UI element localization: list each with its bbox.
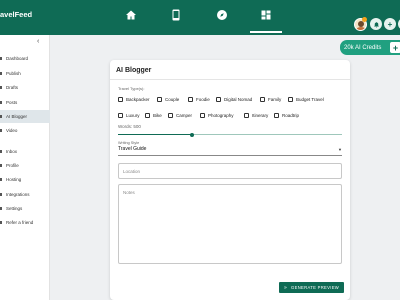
app-brand[interactable]: avelFeed <box>0 10 32 19</box>
sidebar-item-label: Video <box>6 128 18 133</box>
generate-preview-label: GENERATE PREVIEW <box>291 285 340 290</box>
sidebar-item-label: Posts <box>6 100 18 105</box>
add-credits-button[interactable]: + <box>390 42 400 53</box>
sidebar-item-label: Dashboard <box>6 56 29 61</box>
words-slider[interactable] <box>118 132 342 137</box>
collapse-sidebar-button[interactable]: ‹ <box>37 38 39 45</box>
sidebar-item-label: AI Blogger <box>6 114 28 119</box>
words-slider-handle[interactable] <box>189 132 194 137</box>
double-chevron-right-icon: » <box>283 284 288 291</box>
notes-placeholder: Notes <box>123 190 135 195</box>
sidebar-marker <box>0 101 2 104</box>
notifications-button[interactable] <box>370 18 382 30</box>
words-slider-fill <box>118 134 192 135</box>
sidebar-marker <box>0 86 2 89</box>
sidebar-item-label: Publish <box>6 71 21 76</box>
sidebar-item-drafts[interactable]: Drafts <box>0 81 50 94</box>
sidebar-item-integrations[interactable]: Integrations <box>0 188 50 201</box>
sidebar-item-label: Settings <box>6 206 23 211</box>
sidebar-item-label: Inbox <box>6 149 18 154</box>
sidebar-item-label: Hosting <box>6 177 22 182</box>
sidebar-marker <box>0 115 2 118</box>
sidebar-marker <box>0 164 2 167</box>
sidebar-item-label: Profile <box>6 163 19 168</box>
add-button[interactable]: + <box>384 18 396 30</box>
sidebar-item-video[interactable]: Video <box>0 124 50 137</box>
location-input[interactable]: Location <box>118 163 342 179</box>
sidebar-item-hosting[interactable]: Hosting <box>0 173 50 186</box>
words-slider-area: Writing Style Travel Guide ▼ Location No… <box>110 0 350 300</box>
sidebar-item-profile[interactable]: Profile <box>0 159 50 172</box>
sidebar: ‹ Dashboard Publish Drafts Posts AI Blog… <box>0 35 50 300</box>
generate-preview-button[interactable]: » GENERATE PREVIEW <box>279 282 344 293</box>
writing-style-value: Travel Guide <box>118 146 147 152</box>
bell-icon <box>373 21 379 27</box>
sidebar-item-posts[interactable]: Posts <box>0 96 50 109</box>
sidebar-item-label: Drafts <box>6 85 19 90</box>
sidebar-marker <box>0 72 2 75</box>
writing-style-label: Writing Style <box>118 141 140 145</box>
sidebar-item-publish[interactable]: Publish <box>0 67 50 80</box>
sidebar-marker <box>0 150 2 153</box>
sidebar-marker <box>0 221 2 224</box>
sidebar-marker <box>0 193 2 196</box>
sidebar-marker <box>0 178 2 181</box>
writing-style-select[interactable]: Travel Guide ▼ <box>118 146 342 156</box>
sidebar-item-label: Refer a friend <box>6 220 34 225</box>
sidebar-item-inbox[interactable]: Inbox <box>0 145 50 158</box>
sidebar-marker <box>0 57 2 60</box>
avatar-badge <box>362 17 367 22</box>
caret-down-icon: ▼ <box>338 147 342 152</box>
sidebar-item-refer-a-friend[interactable]: Refer a friend <box>0 216 50 229</box>
sidebar-item-settings[interactable]: Settings <box>0 202 50 215</box>
sidebar-item-dashboard[interactable]: Dashboard <box>0 52 50 65</box>
sidebar-item-label: Integrations <box>6 192 30 197</box>
ai-blogger-card: AI Blogger Travel Type(s): Backpacker Co… <box>110 60 350 300</box>
sidebar-marker <box>0 207 2 210</box>
sidebar-item-ai-blogger[interactable]: AI Blogger <box>0 110 50 123</box>
notes-textarea[interactable]: Notes <box>118 184 342 264</box>
location-placeholder: Location <box>123 169 141 174</box>
sidebar-marker <box>0 129 2 132</box>
